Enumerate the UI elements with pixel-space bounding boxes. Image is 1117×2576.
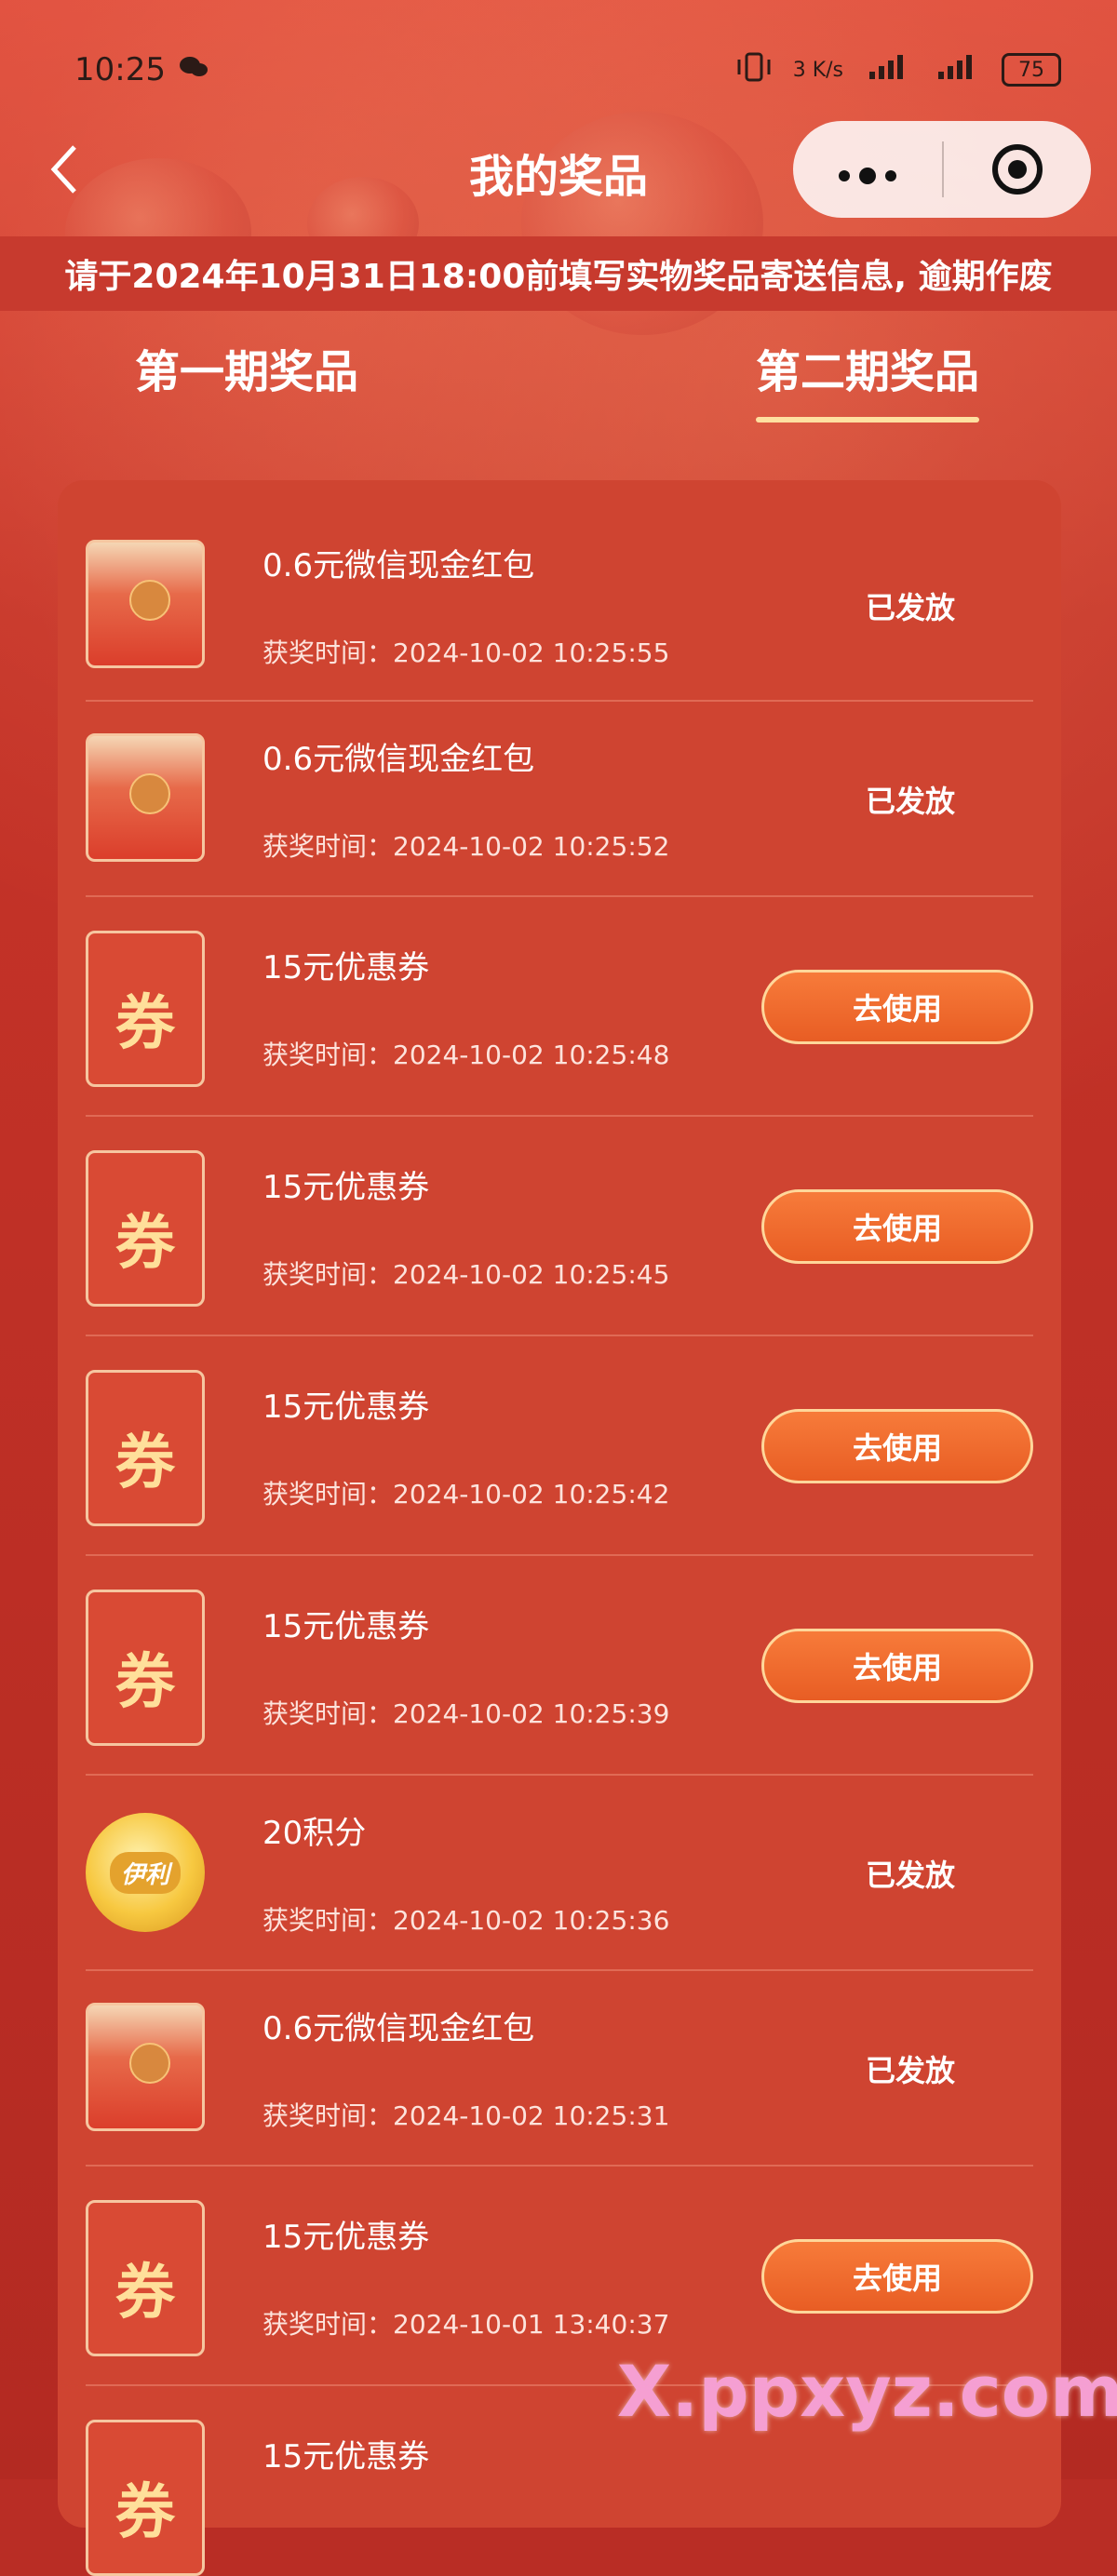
coupon-icon: 券 bbox=[86, 2200, 205, 2356]
status-time-group: 10:25 bbox=[74, 51, 209, 88]
use-coupon-button[interactable]: 去使用 bbox=[761, 1409, 1033, 1483]
battery-level: 75 bbox=[1018, 58, 1044, 82]
red-packet-icon bbox=[86, 733, 205, 862]
red-packet-icon bbox=[86, 540, 205, 668]
prize-row: 券 15元优惠券 获奖时间：2024-10-02 10:25:45 去使用 bbox=[86, 1115, 1033, 1336]
prize-name: 15元优惠券 bbox=[262, 2219, 430, 2256]
status-bar: 10:25 3 K/s 75 bbox=[74, 37, 1061, 102]
coupon-icon: 券 bbox=[86, 1590, 205, 1746]
deadline-notice: 请于2024年10月31日18:00前填写实物奖品寄送信息, 逾期作废 bbox=[0, 236, 1117, 311]
prize-name: 15元优惠券 bbox=[262, 1389, 430, 1426]
prize-time: 获奖时间：2024-10-02 10:25:31 bbox=[262, 2100, 670, 2131]
prize-name: 0.6元微信现金红包 bbox=[262, 547, 535, 584]
period-tabs: 第一期奖品 第二期奖品 bbox=[0, 316, 1117, 447]
prize-row: 0.6元微信现金红包 获奖时间：2024-10-02 10:25:55 已发放 bbox=[86, 480, 1033, 702]
coupon-glyph: 券 bbox=[115, 2258, 175, 2328]
tab-period-1[interactable]: 第一期奖品 bbox=[135, 335, 358, 400]
prize-list: 0.6元微信现金红包 获奖时间：2024-10-02 10:25:55 已发放 … bbox=[58, 480, 1061, 2576]
prize-name: 0.6元微信现金红包 bbox=[262, 2010, 535, 2047]
prize-row: 券 15元优惠券 获奖时间：2024-10-02 10:25:48 去使用 bbox=[86, 895, 1033, 1117]
more-menu-button[interactable] bbox=[793, 146, 942, 193]
coupon-glyph: 券 bbox=[115, 1647, 175, 1717]
coupon-glyph: 券 bbox=[115, 988, 175, 1058]
prize-row: 券 15元优惠券 获奖时间：2024-10-02 10:25:39 去使用 bbox=[86, 1554, 1033, 1776]
prize-status: 已发放 bbox=[865, 590, 955, 625]
coupon-icon: 券 bbox=[86, 1370, 205, 1526]
prize-status: 已发放 bbox=[865, 784, 955, 819]
signal-icon bbox=[864, 53, 912, 87]
active-tab-indicator bbox=[756, 417, 980, 423]
use-coupon-button[interactable]: 去使用 bbox=[761, 2239, 1033, 2314]
coupon-icon: 券 bbox=[86, 2420, 205, 2576]
coupon-icon: 券 bbox=[86, 1150, 205, 1307]
prize-name: 0.6元微信现金红包 bbox=[262, 741, 535, 778]
coupon-glyph: 券 bbox=[115, 2477, 175, 2547]
red-packet-seal bbox=[129, 2043, 170, 2084]
prize-name: 15元优惠券 bbox=[262, 1608, 430, 1645]
vibrate-icon bbox=[735, 50, 773, 89]
red-packet-icon bbox=[86, 2003, 205, 2131]
prize-time: 获奖时间：2024-10-02 10:25:55 bbox=[262, 637, 670, 668]
use-coupon-button[interactable]: 去使用 bbox=[761, 970, 1033, 1044]
red-packet-seal bbox=[129, 580, 170, 621]
prize-time: 获奖时间：2024-10-02 10:25:45 bbox=[262, 1259, 670, 1290]
points-coin-icon: 伊利 bbox=[86, 1813, 205, 1932]
status-indicators: 3 K/s 75 bbox=[735, 50, 1061, 89]
clock: 10:25 bbox=[74, 51, 166, 88]
prize-name: 15元优惠券 bbox=[262, 949, 430, 986]
tab-period-2[interactable]: 第二期奖品 bbox=[756, 335, 980, 423]
miniapp-capsule bbox=[793, 121, 1091, 218]
coupon-icon: 券 bbox=[86, 931, 205, 1087]
prize-name: 15元优惠券 bbox=[262, 2438, 430, 2475]
brand-logo: 伊利 bbox=[109, 1851, 181, 1894]
use-coupon-button[interactable]: 去使用 bbox=[761, 1189, 1033, 1264]
prize-time: 获奖时间：2024-10-02 10:25:36 bbox=[262, 1905, 670, 1936]
target-circle-icon bbox=[992, 144, 1043, 195]
prize-time: 获奖时间：2024-10-02 10:25:52 bbox=[262, 831, 670, 862]
prize-time: 获奖时间：2024-10-02 10:25:48 bbox=[262, 1040, 670, 1070]
close-miniapp-button[interactable] bbox=[944, 141, 1091, 197]
wechat-icon bbox=[179, 51, 209, 88]
tab-period-2-label: 第二期奖品 bbox=[756, 346, 980, 398]
coupon-glyph: 券 bbox=[115, 1428, 175, 1497]
use-coupon-button[interactable]: 去使用 bbox=[761, 1629, 1033, 1703]
prize-name: 15元优惠券 bbox=[262, 1169, 430, 1206]
prize-name: 20积分 bbox=[262, 1815, 367, 1852]
coupon-glyph: 券 bbox=[115, 1208, 175, 1278]
signal-icon bbox=[933, 53, 981, 87]
title-bar: 我的奖品 bbox=[0, 121, 1117, 223]
prize-time: 获奖时间：2024-10-02 10:25:42 bbox=[262, 1479, 670, 1509]
prize-row: 券 15元优惠券 获奖时间：2024-10-02 10:25:42 去使用 bbox=[86, 1335, 1033, 1556]
battery-icon: 75 bbox=[1002, 53, 1061, 87]
prize-time: 获奖时间：2024-10-01 13:40:37 bbox=[262, 2309, 670, 2340]
watermark: X.ppxyz.com bbox=[616, 2349, 1117, 2433]
network-speed: 3 K/s bbox=[792, 58, 843, 82]
more-dots-icon bbox=[839, 168, 896, 184]
prize-row: 0.6元微信现金红包 获奖时间：2024-10-02 10:25:52 已发放 bbox=[86, 700, 1033, 897]
prize-row: 伊利 20积分 获奖时间：2024-10-02 10:25:36 已发放 bbox=[86, 1774, 1033, 1971]
red-packet-seal bbox=[129, 773, 170, 814]
prize-status: 已发放 bbox=[865, 1858, 955, 1893]
prize-row: 0.6元微信现金红包 获奖时间：2024-10-02 10:25:31 已发放 bbox=[86, 1969, 1033, 2167]
prize-time: 获奖时间：2024-10-02 10:25:39 bbox=[262, 1698, 670, 1729]
prize-status: 已发放 bbox=[865, 2053, 955, 2088]
